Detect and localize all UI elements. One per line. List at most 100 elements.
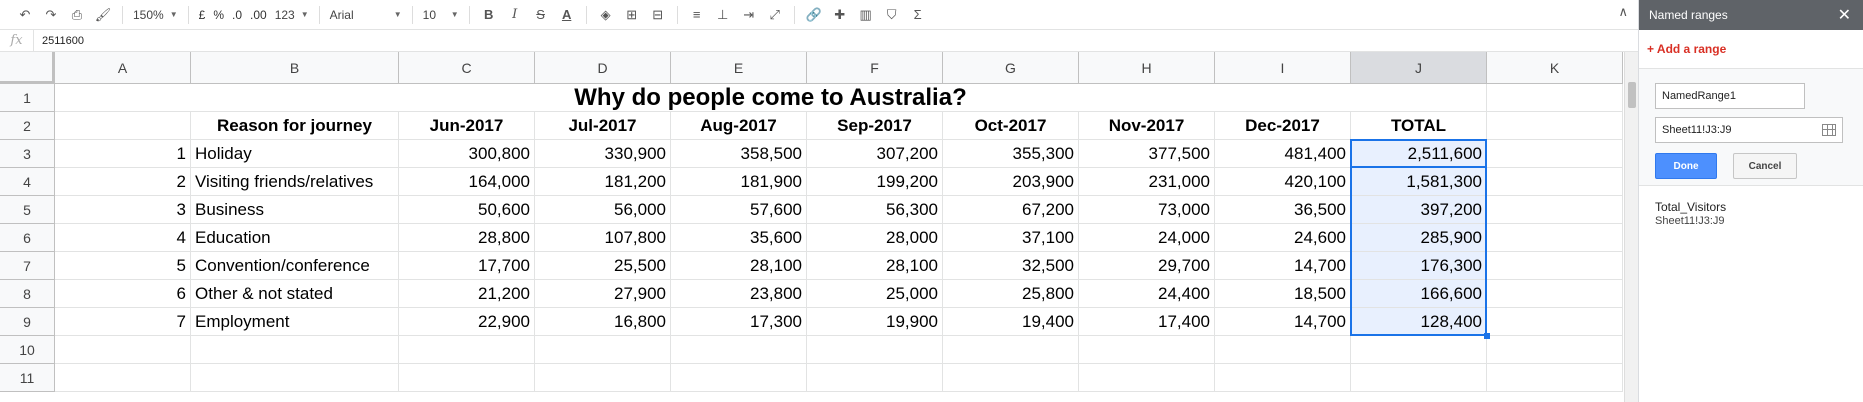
row-header-5[interactable]: 5 bbox=[0, 196, 55, 224]
row-header-6[interactable]: 6 bbox=[0, 224, 55, 252]
data-cell-c8[interactable]: 21,200 bbox=[399, 280, 535, 308]
data-cell-j3[interactable]: 2,511,600 bbox=[1351, 140, 1487, 168]
data-cell-f9[interactable]: 19,900 bbox=[807, 308, 943, 336]
data-cell-g7[interactable]: 32,500 bbox=[943, 252, 1079, 280]
data-cell-c9[interactable]: 22,900 bbox=[399, 308, 535, 336]
select-all-corner[interactable] bbox=[0, 52, 55, 84]
data-cell-g4[interactable]: 203,900 bbox=[943, 168, 1079, 196]
done-button[interactable]: Done bbox=[1655, 153, 1717, 179]
cell-g10[interactable] bbox=[943, 336, 1079, 364]
data-cell-c7[interactable]: 17,700 bbox=[399, 252, 535, 280]
cell-h10[interactable] bbox=[1079, 336, 1215, 364]
data-cell-e5[interactable]: 57,600 bbox=[671, 196, 807, 224]
data-cell-a6[interactable]: 4 bbox=[55, 224, 191, 252]
collapse-toolbar-icon[interactable]: ∧ bbox=[1618, 4, 1628, 20]
increase-decimal-button[interactable]: .00 bbox=[246, 8, 271, 22]
data-cell-g9[interactable]: 19,400 bbox=[943, 308, 1079, 336]
cell-k11[interactable] bbox=[1487, 364, 1623, 392]
data-cell-i8[interactable]: 18,500 bbox=[1215, 280, 1351, 308]
data-cell-g8[interactable]: 25,800 bbox=[943, 280, 1079, 308]
named-range-item[interactable]: Total_Visitors Sheet11!J3:J9 bbox=[1639, 186, 1863, 227]
add-range-link[interactable]: + Add a range bbox=[1647, 42, 1863, 56]
sheet-title-cell[interactable]: Why do people come to Australia? bbox=[55, 84, 1487, 112]
more-formats-select[interactable]: 123 ▼ bbox=[271, 4, 313, 26]
data-cell-i3[interactable]: 481,400 bbox=[1215, 140, 1351, 168]
header-cell-j[interactable]: TOTAL bbox=[1351, 112, 1487, 140]
merge-cells-icon[interactable]: ⊟ bbox=[645, 4, 671, 26]
data-cell-i5[interactable]: 36,500 bbox=[1215, 196, 1351, 224]
print-icon[interactable]: ⎙ bbox=[64, 4, 90, 26]
filter-icon[interactable]: ⛉ bbox=[879, 4, 905, 26]
cell-k6[interactable] bbox=[1487, 224, 1623, 252]
column-header-b[interactable]: B bbox=[191, 52, 399, 84]
data-cell-j6[interactable]: 285,900 bbox=[1351, 224, 1487, 252]
cell-i10[interactable] bbox=[1215, 336, 1351, 364]
sheet-grid[interactable]: A B C D E F G H I J K 1 2 3 4 5 6 7 8 9 10 11 Why do people co… bbox=[0, 52, 1624, 402]
cell-d10[interactable] bbox=[535, 336, 671, 364]
cell-k7[interactable] bbox=[1487, 252, 1623, 280]
data-cell-h4[interactable]: 231,000 bbox=[1079, 168, 1215, 196]
column-header-a[interactable]: A bbox=[55, 52, 191, 84]
font-family-select[interactable]: Arial ▼ bbox=[326, 4, 406, 26]
range-ref-input[interactable]: Sheet11!J3:J9 bbox=[1655, 117, 1843, 143]
data-cell-e6[interactable]: 35,600 bbox=[671, 224, 807, 252]
insert-chart-icon[interactable]: ▥ bbox=[853, 4, 879, 26]
data-cell-e8[interactable]: 23,800 bbox=[671, 280, 807, 308]
header-cell-i[interactable]: Dec-2017 bbox=[1215, 112, 1351, 140]
column-header-i[interactable]: I bbox=[1215, 52, 1351, 84]
cell-a11[interactable] bbox=[55, 364, 191, 392]
data-cell-b7[interactable]: Convention/conference bbox=[191, 252, 399, 280]
data-cell-e7[interactable]: 28,100 bbox=[671, 252, 807, 280]
row-header-10[interactable]: 10 bbox=[0, 336, 55, 364]
data-cell-d8[interactable]: 27,900 bbox=[535, 280, 671, 308]
cell-a10[interactable] bbox=[55, 336, 191, 364]
data-cell-c6[interactable]: 28,800 bbox=[399, 224, 535, 252]
header-cell-a[interactable] bbox=[55, 112, 191, 140]
data-cell-i6[interactable]: 24,600 bbox=[1215, 224, 1351, 252]
text-wrap-icon[interactable]: ⇥ bbox=[736, 4, 762, 26]
cell-k5[interactable] bbox=[1487, 196, 1623, 224]
data-cell-f4[interactable]: 199,200 bbox=[807, 168, 943, 196]
data-cell-g3[interactable]: 355,300 bbox=[943, 140, 1079, 168]
cell-b10[interactable] bbox=[191, 336, 399, 364]
column-header-g[interactable]: G bbox=[943, 52, 1079, 84]
cancel-button[interactable]: Cancel bbox=[1733, 153, 1797, 179]
data-cell-j5[interactable]: 397,200 bbox=[1351, 196, 1487, 224]
data-cell-a4[interactable]: 2 bbox=[55, 168, 191, 196]
row-header-3[interactable]: 3 bbox=[0, 140, 55, 168]
fill-handle[interactable] bbox=[1484, 333, 1490, 339]
redo-icon[interactable]: ↷ bbox=[38, 4, 64, 26]
functions-icon[interactable]: Σ bbox=[905, 4, 931, 26]
header-cell-g[interactable]: Oct-2017 bbox=[943, 112, 1079, 140]
cell-e11[interactable] bbox=[671, 364, 807, 392]
scrollbar-thumb[interactable] bbox=[1628, 82, 1636, 108]
data-cell-j9[interactable]: 128,400 bbox=[1351, 308, 1487, 336]
data-cell-h5[interactable]: 73,000 bbox=[1079, 196, 1215, 224]
row-header-9[interactable]: 9 bbox=[0, 308, 55, 336]
vertical-align-icon[interactable]: ⊥ bbox=[710, 4, 736, 26]
cell-d11[interactable] bbox=[535, 364, 671, 392]
column-header-k[interactable]: K bbox=[1487, 52, 1623, 84]
data-cell-d3[interactable]: 330,900 bbox=[535, 140, 671, 168]
close-icon[interactable]: ✕ bbox=[1838, 5, 1851, 25]
cell-j10[interactable] bbox=[1351, 336, 1487, 364]
cell-k4[interactable] bbox=[1487, 168, 1623, 196]
insert-comment-icon[interactable]: ✚ bbox=[827, 4, 853, 26]
data-cell-c4[interactable]: 164,000 bbox=[399, 168, 535, 196]
cell-k10[interactable] bbox=[1487, 336, 1623, 364]
range-name-input[interactable]: NamedRange1 bbox=[1655, 83, 1805, 109]
cell-g11[interactable] bbox=[943, 364, 1079, 392]
row-header-7[interactable]: 7 bbox=[0, 252, 55, 280]
cell-k3[interactable] bbox=[1487, 140, 1623, 168]
header-cell-b[interactable]: Reason for journey bbox=[191, 112, 399, 140]
currency-format-button[interactable]: £ bbox=[195, 8, 210, 22]
data-cell-h3[interactable]: 377,500 bbox=[1079, 140, 1215, 168]
row-header-2[interactable]: 2 bbox=[0, 112, 55, 140]
row-header-1[interactable]: 1 bbox=[0, 84, 55, 112]
paint-format-icon[interactable]: 🖌 bbox=[90, 4, 116, 26]
header-cell-h[interactable]: Nov-2017 bbox=[1079, 112, 1215, 140]
data-cell-a7[interactable]: 5 bbox=[55, 252, 191, 280]
data-cell-g5[interactable]: 67,200 bbox=[943, 196, 1079, 224]
data-cell-b5[interactable]: Business bbox=[191, 196, 399, 224]
select-range-icon[interactable] bbox=[1822, 124, 1836, 136]
